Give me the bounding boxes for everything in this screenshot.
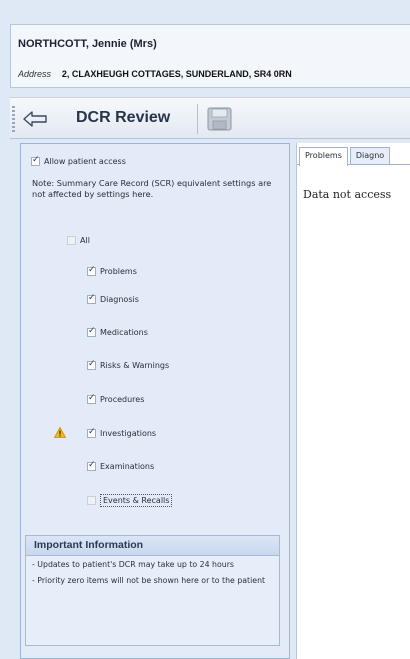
- medications-checkbox[interactable]: Medications: [87, 326, 148, 337]
- page-title: DCR Review: [76, 109, 171, 126]
- events-recalls-label: Events & Recalls: [100, 494, 173, 507]
- tab-problems[interactable]: Problems: [299, 147, 348, 166]
- patient-banner: NORTHCOTT, Jennie (Mrs) Address 2, CLAXH…: [10, 24, 410, 88]
- address-label: Address: [18, 69, 52, 79]
- important-information-box: Important Information - Updates to patie…: [25, 535, 280, 646]
- save-icon[interactable]: [207, 107, 232, 131]
- dcr-preview-pane: Problems Diagno Data not access: [296, 143, 410, 659]
- address-value: 2, CLAXHEUGH COTTAGES, SUNDERLAND, SR4 0…: [61, 69, 292, 79]
- patient-name: NORTHCOTT, Jennie (Mrs): [18, 38, 157, 50]
- problems-checkbox[interactable]: Problems: [87, 265, 137, 276]
- address-row: Address 2, CLAXHEUGH COTTAGES, SUNDERLAN…: [18, 69, 292, 80]
- tab-diagnosis[interactable]: Diagno: [349, 147, 391, 164]
- toolbar-separator: [197, 104, 198, 134]
- events-recalls-checkbox[interactable]: Events & Recalls: [87, 494, 173, 507]
- checkbox-icon[interactable]: [87, 496, 96, 505]
- all-checkbox[interactable]: All: [67, 236, 90, 245]
- info-item-update-delay: - Updates to patient's DCR may take up t…: [32, 560, 234, 569]
- diagnosis-label: Diagnosis: [100, 295, 139, 304]
- diagnosis-checkbox[interactable]: Diagnosis: [87, 293, 139, 304]
- investigations-checkbox[interactable]: Investigations: [87, 427, 157, 438]
- toolbar: DCR Review: [10, 97, 410, 139]
- data-status-message: Data not access: [303, 188, 392, 201]
- warning-icon: [54, 427, 66, 438]
- procedures-checkbox[interactable]: Procedures: [87, 393, 145, 404]
- all-label: All: [80, 236, 90, 245]
- checkbox-icon[interactable]: [87, 359, 96, 370]
- investigations-label: Investigations: [100, 429, 157, 438]
- checkbox-icon[interactable]: [87, 293, 96, 304]
- examinations-label: Examinations: [100, 462, 155, 471]
- info-item-priority-zero: - Priority zero items will not be shown …: [32, 576, 266, 585]
- problems-label: Problems: [100, 267, 137, 276]
- checkbox-icon[interactable]: [67, 236, 76, 245]
- risks-warnings-checkbox[interactable]: Risks & Warnings: [87, 359, 170, 370]
- checkbox-icon[interactable]: [87, 427, 96, 438]
- access-settings-panel: Allow patient access Note: Summary Care …: [20, 143, 290, 659]
- medications-label: Medications: [100, 328, 148, 337]
- toolbar-grip[interactable]: [12, 106, 15, 132]
- allow-patient-access-label: Allow patient access: [44, 157, 126, 166]
- tab-bar: Problems Diagno: [297, 147, 410, 166]
- examinations-checkbox[interactable]: Examinations: [87, 460, 155, 471]
- checkbox-icon[interactable]: [87, 393, 96, 404]
- scr-note: Note: Summary Care Record (SCR) equivale…: [32, 178, 272, 199]
- checkbox-icon[interactable]: [87, 326, 96, 337]
- back-arrow-icon[interactable]: [22, 109, 48, 129]
- checkbox-icon[interactable]: [87, 460, 96, 471]
- procedures-label: Procedures: [100, 395, 145, 404]
- checkbox-icon[interactable]: [31, 155, 40, 166]
- allow-patient-access-checkbox[interactable]: Allow patient access: [31, 155, 126, 166]
- risks-warnings-label: Risks & Warnings: [100, 361, 170, 370]
- checkbox-icon[interactable]: [87, 265, 96, 276]
- important-information-title: Important Information: [26, 536, 279, 556]
